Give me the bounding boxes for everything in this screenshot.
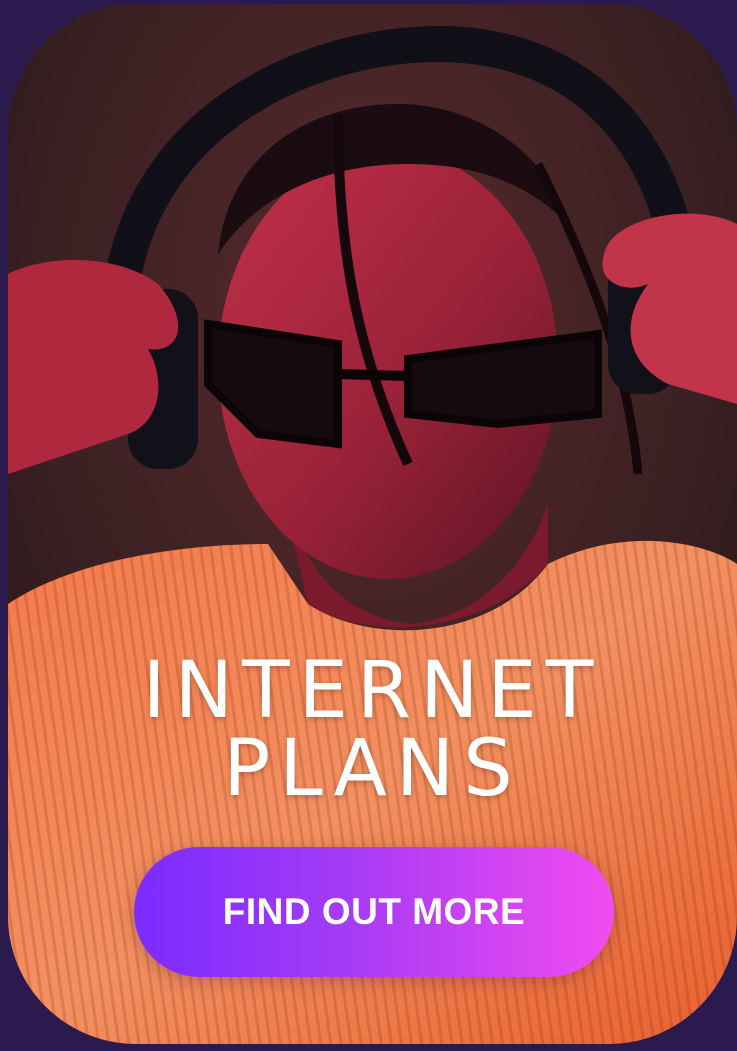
promo-banner: INTERNET PLANS FIND OUT MORE [8,4,737,1044]
headline: INTERNET PLANS [8,652,737,808]
headline-line-1: INTERNET [142,646,603,736]
find-out-more-button[interactable]: FIND OUT MORE [134,847,614,977]
headline-line-2: PLANS [223,724,522,814]
